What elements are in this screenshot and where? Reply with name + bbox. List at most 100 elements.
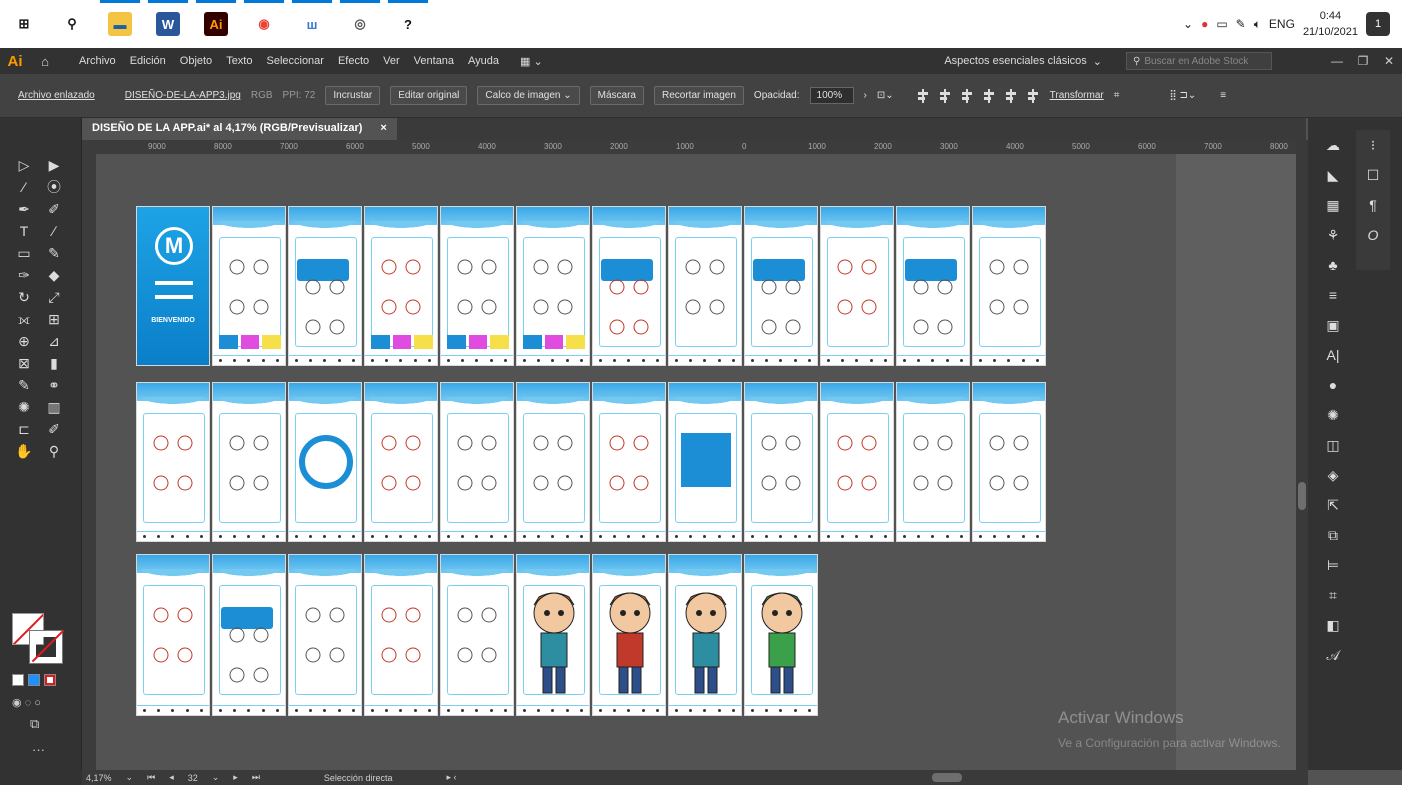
artboard[interactable] — [440, 382, 514, 542]
mesh-tool-icon[interactable]: ⊠ — [12, 352, 36, 374]
artboard[interactable] — [288, 382, 362, 542]
first-artboard-icon[interactable]: ⏮ — [147, 772, 155, 783]
app-w-icon[interactable]: ш — [288, 0, 336, 48]
align-panel-icon[interactable]: ⊨ — [1316, 550, 1350, 580]
home-icon[interactable]: ⌂ — [30, 54, 60, 69]
menu-item-0[interactable]: Archivo — [72, 55, 123, 67]
align-center-icon[interactable] — [937, 88, 952, 103]
line-tool-icon[interactable]: ∕ — [42, 220, 66, 242]
gradient-panel-icon[interactable]: ◣ — [1316, 160, 1350, 190]
minimize-icon[interactable]: — — [1324, 48, 1350, 74]
illustrator-icon[interactable]: Ai — [192, 0, 240, 48]
artboard[interactable] — [592, 382, 666, 542]
layers-panel-icon[interactable]: ◈ — [1316, 460, 1350, 490]
none-button[interactable] — [44, 674, 56, 686]
opacity-input[interactable]: 100% — [809, 87, 854, 104]
artboard[interactable] — [212, 382, 286, 542]
prev-artboard-icon[interactable]: ◂ — [169, 772, 174, 783]
align-right-icon[interactable] — [959, 88, 974, 103]
transparency-panel-icon[interactable]: ▣ — [1316, 310, 1350, 340]
align-options-icon[interactable]: ⊡⌄ — [877, 90, 894, 101]
artboard[interactable] — [136, 382, 210, 542]
spiral-app-icon[interactable]: ◎ — [336, 0, 384, 48]
magic-wand-tool-icon[interactable]: ⁄ — [12, 176, 36, 198]
blend-tool-icon[interactable]: ⚭ — [42, 374, 66, 396]
artboard[interactable] — [440, 206, 514, 366]
artboards-panel-icon[interactable]: ⧉ — [1316, 520, 1350, 550]
next-artboard-icon[interactable]: ▸ — [233, 772, 238, 783]
color-panel-icon[interactable]: ☁︎ — [1316, 130, 1350, 160]
horizontal-scroll-thumb[interactable] — [932, 773, 962, 782]
scale-tool-icon[interactable]: ⤢ — [42, 286, 66, 308]
artboard[interactable] — [592, 554, 666, 716]
artboard[interactable] — [668, 554, 742, 716]
graphic-styles-panel-icon[interactable]: ✺ — [1316, 400, 1350, 430]
restore-icon[interactable]: ❐ — [1350, 48, 1376, 74]
align-bottom-icon[interactable] — [1025, 88, 1040, 103]
artboard[interactable] — [592, 206, 666, 366]
more-tools-icon[interactable]: ··· — [32, 742, 45, 757]
artboard[interactable] — [516, 206, 590, 366]
artboard[interactable] — [288, 554, 362, 716]
filename-label[interactable]: DISEÑO-DE-LA-APP3.jpg — [125, 90, 241, 101]
chevron-up-icon[interactable]: ⌄ — [1183, 17, 1193, 31]
grid-options-icon[interactable]: ⣿ ⊐⌄ — [1169, 90, 1196, 101]
export-panel-icon[interactable]: ⇱ — [1316, 490, 1350, 520]
image-trace-panel-icon[interactable]: ◫ — [1316, 430, 1350, 460]
language-indicator[interactable]: ENG — [1269, 17, 1295, 31]
symbols-panel-icon[interactable]: ♣ — [1316, 250, 1350, 280]
selection-tool-icon[interactable]: ▷ — [12, 154, 36, 176]
horizontal-ruler[interactable]: 9000 8000 7000 6000 5000 4000 3000 2000 1000 0 100… — [96, 140, 1306, 154]
artboard[interactable] — [440, 554, 514, 716]
character-styles-icon[interactable]: ☐ — [1356, 160, 1390, 190]
gradient-button[interactable] — [28, 674, 40, 686]
panel-menu-icon[interactable]: ≡ — [1220, 90, 1226, 101]
embed-button[interactable]: Incrustar — [325, 86, 381, 105]
close-icon[interactable]: ✕ — [1376, 48, 1402, 74]
curvature-tool-icon[interactable]: ✐ — [42, 198, 66, 220]
paintbrush-tool-icon[interactable]: ✎ — [42, 242, 66, 264]
volume-icon[interactable]: 🔈︎ — [1254, 17, 1261, 32]
canvas[interactable]: M BIENVENIDO — [96, 154, 1306, 770]
artboard[interactable] — [136, 554, 210, 716]
lasso-tool-icon[interactable]: ⦿ — [42, 176, 66, 198]
rotate-tool-icon[interactable]: ↻ — [12, 286, 36, 308]
align-left-icon[interactable] — [915, 88, 930, 103]
workspace-switcher[interactable]: Aspectos esenciales clásicos ⌄ — [944, 48, 1102, 74]
menu-item-4[interactable]: Seleccionar — [259, 55, 330, 67]
antivirus-icon[interactable]: ● — [1201, 17, 1208, 31]
notification-center-icon[interactable]: 1 — [1366, 12, 1390, 36]
graph-tool-icon[interactable]: ▥ — [42, 396, 66, 418]
transform-panel-icon[interactable]: ⌗ — [1316, 580, 1350, 610]
gradient-tool-icon[interactable]: ▮ — [42, 352, 66, 374]
linked-file-label[interactable]: Archivo enlazado — [18, 90, 95, 101]
pen-icon[interactable]: ✎ — [1236, 17, 1246, 31]
artboard-number[interactable]: 32 — [188, 773, 198, 783]
mask-button[interactable]: Máscara — [589, 86, 644, 105]
artboard-chevron-icon[interactable]: ⌄ — [212, 772, 220, 783]
artboard[interactable] — [972, 206, 1046, 366]
direct-selection-tool-icon[interactable]: ▶ — [42, 154, 66, 176]
image-trace-button[interactable]: Calco de imagen ⌄ — [477, 86, 580, 105]
eraser-tool-icon[interactable]: ◆ — [42, 264, 66, 286]
artboard[interactable] — [364, 554, 438, 716]
windows-start-icon[interactable]: ⊞ — [0, 0, 48, 48]
stroke-swatch[interactable] — [29, 630, 63, 664]
chevron-right-icon[interactable]: › — [864, 90, 867, 101]
artboard[interactable] — [288, 206, 362, 366]
close-tab-icon[interactable]: × — [380, 122, 386, 136]
artboard[interactable] — [516, 382, 590, 542]
pathfinder-panel-icon[interactable]: ◧ — [1316, 610, 1350, 640]
clock[interactable]: 0:44 21/10/2021 — [1303, 8, 1358, 40]
artboard[interactable] — [516, 554, 590, 716]
artboard[interactable] — [744, 554, 818, 716]
artboard[interactable] — [820, 206, 894, 366]
adobe-stock-search[interactable]: ⚲ Buscar en Adobe Stock — [1126, 52, 1272, 70]
menu-item-3[interactable]: Texto — [219, 55, 259, 67]
word-icon[interactable]: W — [144, 0, 192, 48]
color-button[interactable] — [12, 674, 24, 686]
menu-item-5[interactable]: Efecto — [331, 55, 376, 67]
menu-item-6[interactable]: Ver — [376, 55, 407, 67]
width-tool-icon[interactable]: ⟗ — [12, 308, 36, 330]
zoom-tool-icon[interactable]: ⚲ — [42, 440, 66, 462]
